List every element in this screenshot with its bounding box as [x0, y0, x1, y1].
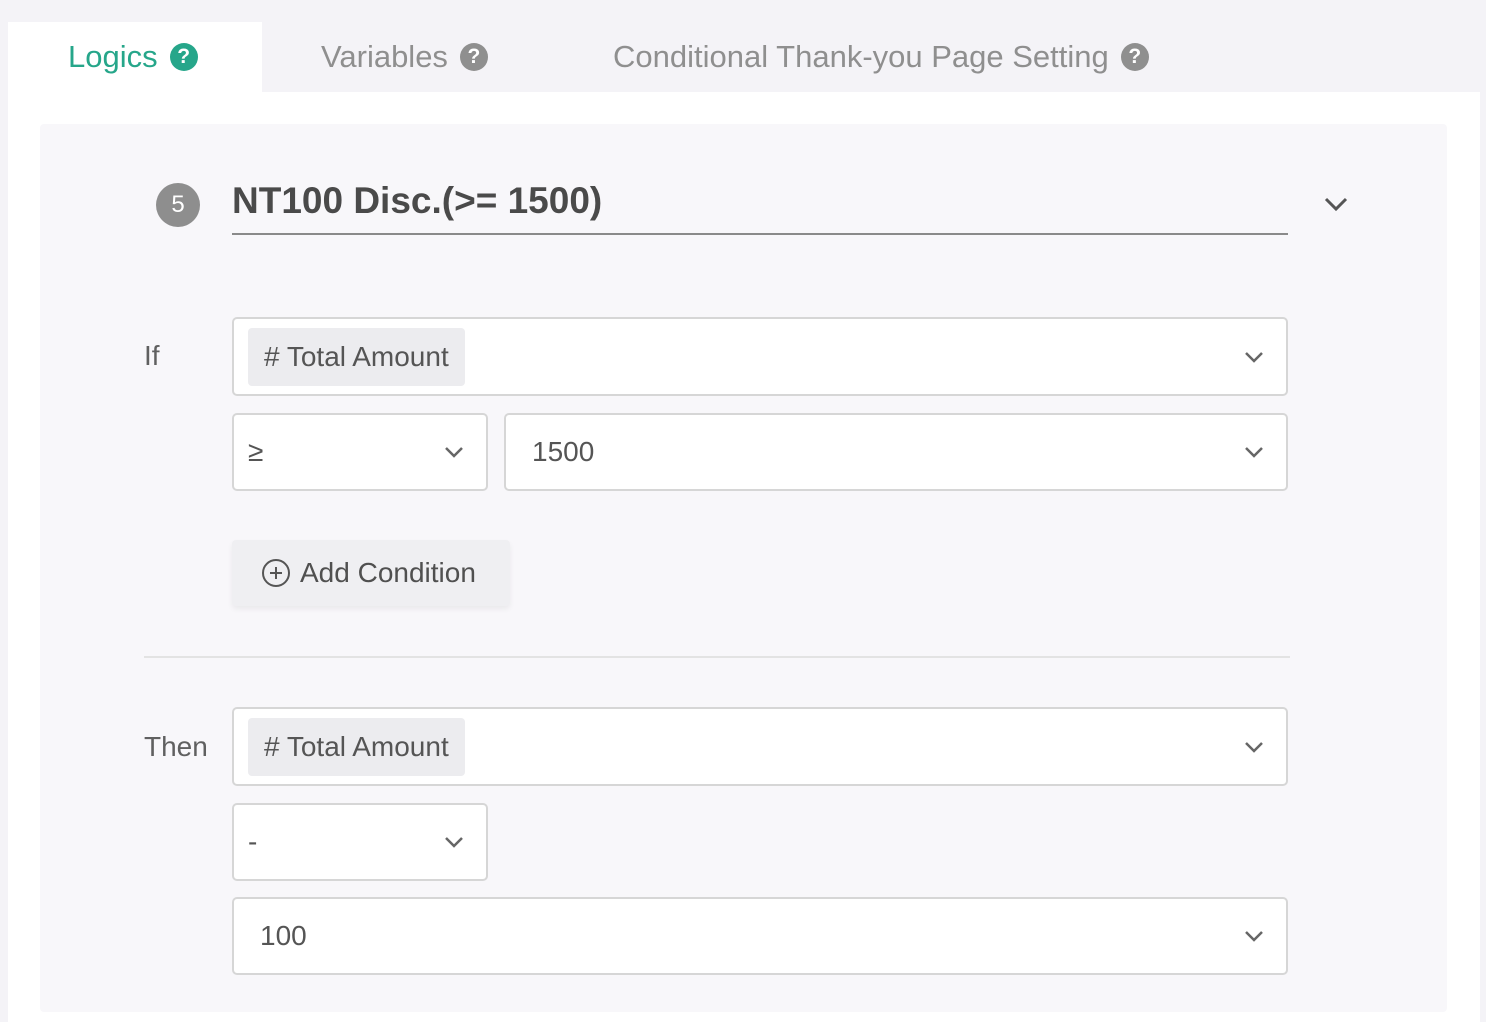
- question-circle-icon[interactable]: ?: [169, 43, 198, 71]
- chevron-down-icon: [1242, 345, 1266, 369]
- chevron-down-icon: [442, 440, 466, 464]
- if-operator-select[interactable]: ≥: [232, 413, 488, 491]
- question-circle-icon[interactable]: ?: [459, 43, 488, 71]
- if-label: If: [144, 340, 160, 371]
- plus-circle-icon: [262, 559, 290, 587]
- tab-variables[interactable]: Variables ?: [321, 22, 488, 92]
- question-circle-icon[interactable]: ?: [1120, 43, 1149, 71]
- then-label: Then: [144, 731, 208, 762]
- tab-conditional-thank-you-label: Conditional Thank-you Page Setting: [613, 39, 1109, 74]
- tab-conditional-thank-you[interactable]: Conditional Thank-you Page Setting ?: [613, 22, 1149, 92]
- chevron-down-icon: [1242, 735, 1266, 759]
- operator-value: ≥: [248, 436, 264, 467]
- chevron-down-icon: [442, 830, 466, 854]
- condition-value: 1500: [532, 436, 595, 467]
- if-value-select[interactable]: 1500: [504, 413, 1288, 491]
- field-tag: # Total Amount: [248, 717, 465, 776]
- add-condition-label: Add Condition: [300, 557, 476, 588]
- if-field-select[interactable]: # Total Amount: [232, 317, 1288, 396]
- chevron-down-icon: [1242, 924, 1266, 948]
- logic-settings-page: Logics ? Variables ? Conditional Thank-y…: [0, 0, 1486, 1022]
- action-value: 100: [260, 920, 307, 951]
- operator-value: -: [248, 826, 258, 857]
- rule-number-badge: 5: [156, 183, 200, 227]
- field-tag: # Total Amount: [248, 327, 465, 386]
- then-value-select[interactable]: 100: [232, 897, 1288, 975]
- tab-logics-label: Logics: [68, 39, 158, 74]
- then-operator-select[interactable]: -: [232, 803, 488, 881]
- chevron-down-icon[interactable]: [1320, 188, 1352, 220]
- tab-logics[interactable]: Logics ?: [8, 22, 262, 92]
- tab-bar: Logics ? Variables ? Conditional Thank-y…: [0, 0, 1486, 92]
- section-divider: [144, 656, 1290, 658]
- chevron-down-icon: [1242, 440, 1266, 464]
- tab-variables-label: Variables: [321, 39, 448, 74]
- rule-title-input[interactable]: NT100 Disc.(>= 1500): [232, 176, 1288, 235]
- add-condition-button[interactable]: Add Condition: [232, 540, 510, 606]
- then-field-select[interactable]: # Total Amount: [232, 707, 1288, 786]
